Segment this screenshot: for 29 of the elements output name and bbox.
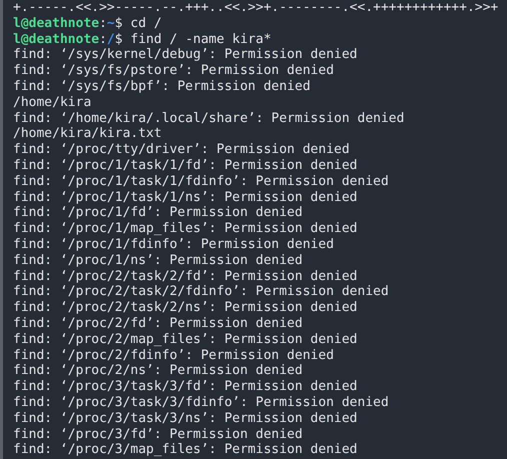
output-line: find: ‘/proc/3/fd’: Permission denied — [13, 426, 304, 442]
output-line: find: ‘/proc/1/task/1/fd’: Permission denied — [13, 158, 358, 174]
output-line: find: ‘/proc/1/task/1/ns’: Permission denied — [13, 190, 358, 206]
output-line: find: ‘/proc/2/fd’: Permission denied — [13, 316, 304, 332]
output-line: find: ‘/proc/2/map_files’: Permission denied — [13, 332, 358, 348]
output-line: find: ‘/proc/2/task/2/ns’: Permission denied — [13, 300, 358, 316]
output-line: find: ‘/sys/kernel/debug’: Permission denied — [13, 47, 358, 64]
output-line: find: ‘/proc/1/fdinfo’: Permission denied — [13, 236, 335, 253]
prompt-line: l@deathnote:~$ cd / — [13, 16, 163, 32]
output-line: find: ‘/proc/1/task/1/fdinfo’: Permission denied — [13, 174, 390, 190]
output-line: find: ‘/home/kira/.local/share’: Permission denied — [13, 110, 406, 126]
output-line: find: ‘/proc/1/map_files’: Permission denied — [13, 221, 358, 237]
output-line: find: ‘/proc/2/task/2/fd’: Permission denied — [13, 268, 358, 284]
output-line: find: ‘/proc/2/ns’: Permission denied — [13, 363, 304, 380]
output-line: find: ‘/proc/1/fd’: Permission denied — [13, 205, 304, 222]
output-line: find: ‘/sys/fs/pstore’: Permission denied — [13, 63, 335, 79]
output-line: find: ‘/proc/3/map_files’: Permission denied — [13, 442, 358, 458]
prompt-line: l@deathnote:/$ find / -name kira* — [13, 32, 272, 48]
output-line: find: ‘/proc/2/fdinfo’: Permission denied — [13, 348, 335, 364]
output-line: find: ‘/sys/fs/bpf’: Permission denied — [13, 78, 312, 95]
output-line: find: ‘/proc/3/task/3/ns’: Permission denied — [13, 410, 358, 427]
output-line: +.-----.<<.>>-----.--.+++..<<.>>+.--------.<<.++++++++++++.>>+ — [13, 0, 500, 16]
output-line: find: ‘/proc/1/ns’: Permission denied — [13, 252, 304, 269]
output-line: find: ‘/proc/2/task/2/fdinfo’: Permission denied — [13, 284, 390, 300]
output-line: /home/kira/kira.txt — [13, 126, 163, 142]
output-line: find: ‘/proc/3/task/3/fdinfo’: Permission denied — [13, 394, 390, 411]
output-line: /home/kira — [13, 94, 92, 111]
output-line: find: ‘/proc/tty/driver’: Permission denied — [13, 142, 351, 158]
output-line: find: ‘/proc/3/task/3/fd’: Permission denied — [13, 379, 358, 395]
